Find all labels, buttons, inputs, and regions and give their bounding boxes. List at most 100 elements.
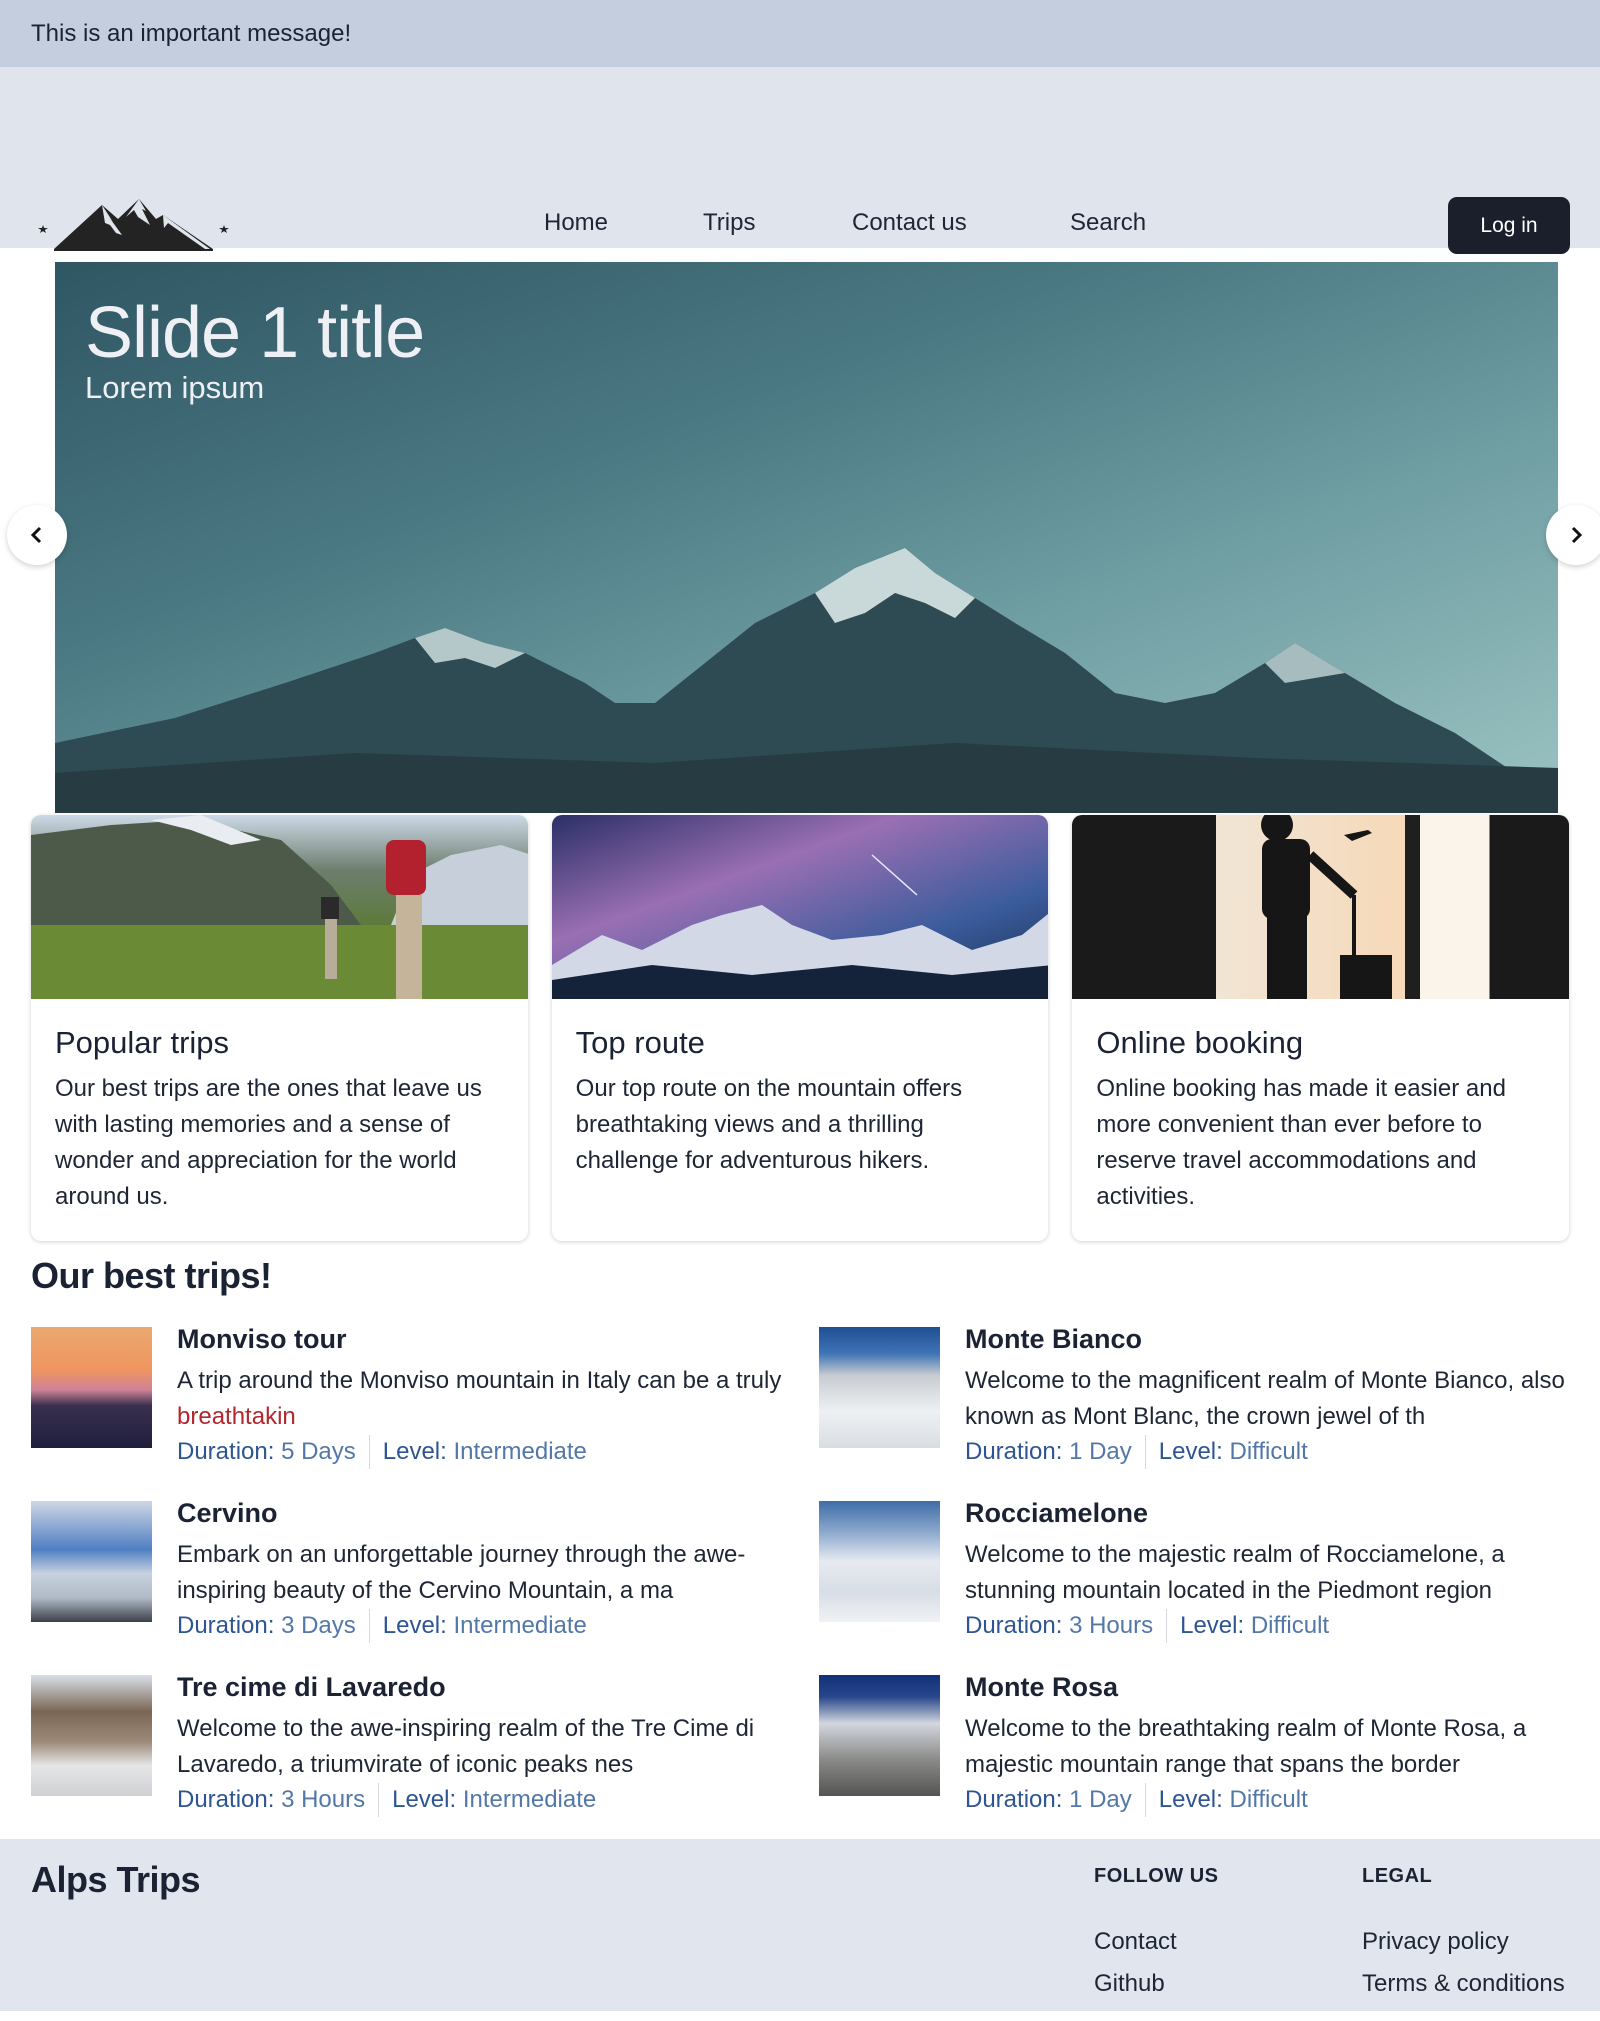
carousel-next-button[interactable] [1546, 505, 1600, 565]
trip-item[interactable]: Cervino Embark on an unforgettable journ… [31, 1497, 819, 1671]
trip-description-text: A trip around the Monviso mountain in It… [177, 1367, 782, 1394]
duration-label: Duration: [177, 1438, 275, 1465]
trip-thumbnail [819, 1675, 940, 1796]
meta-divider [378, 1783, 380, 1817]
duration-label: Duration: [177, 1612, 275, 1639]
traveler-image [1072, 815, 1570, 999]
trip-meta: Duration: 1 Day Level: Difficult [965, 1783, 1585, 1817]
trip-description: Embark on an unforgettable journey throu… [177, 1541, 746, 1604]
duration-label: Duration: [965, 1612, 1063, 1639]
login-button[interactable]: Log in [1448, 197, 1570, 254]
trip-name: Cervino [177, 1498, 278, 1528]
trip-meta: Duration: 5 Days Level: Intermediate [177, 1435, 797, 1469]
duration-value: 1 Day [1069, 1786, 1132, 1813]
trip-description: Welcome to the awe-inspiring realm of th… [177, 1715, 755, 1778]
nav-home[interactable]: Home [544, 209, 608, 237]
meta-divider [368, 1435, 370, 1469]
duration-value: 1 Day [1069, 1438, 1132, 1465]
trip-thumbnail [819, 1327, 940, 1448]
trip-meta: Duration: 3 Hours Level: Intermediate [177, 1783, 797, 1817]
footer-brand: Alps Trips [31, 1859, 201, 1900]
trip-thumbnail [31, 1675, 152, 1796]
meta-divider [1166, 1609, 1168, 1643]
feature-card[interactable]: Top route Our top route on the mountain … [551, 815, 1049, 1241]
duration-label: Duration: [965, 1786, 1063, 1813]
trip-description: A trip around the Monviso mountain in It… [177, 1363, 797, 1435]
starry-mountains-image [551, 815, 1049, 999]
trip-item[interactable]: Monte Rosa Welcome to the breathtaking r… [819, 1671, 1589, 1839]
duration-label: Duration: [965, 1438, 1063, 1465]
level-value: Difficult [1250, 1612, 1330, 1639]
announcement-text: This is an important message! [31, 19, 352, 47]
duration-value: 3 Days [281, 1612, 356, 1639]
duration-value: 5 Days [281, 1438, 356, 1465]
announcement-bar: This is an important message! [0, 0, 1600, 67]
nav-contact-us[interactable]: Contact us [852, 209, 967, 237]
level-label: Level: [1158, 1438, 1223, 1465]
trip-meta: Duration: 3 Days Level: Intermediate [177, 1609, 797, 1643]
footer-legal-column: LEGAL Privacy policy Terms & conditions [1362, 1865, 1565, 1998]
slide-title: Slide 1 title [85, 293, 425, 373]
meta-divider [1144, 1783, 1146, 1817]
duration-label: Duration: [177, 1786, 275, 1813]
footer-link-privacy[interactable]: Privacy policy [1362, 1928, 1565, 1956]
main-nav: Home Trips Contact us Search [0, 67, 1600, 248]
feature-card[interactable]: Online booking Online booking has made i… [1072, 815, 1570, 1241]
traveler-illustration [1261, 815, 1393, 999]
level-label: Level: [382, 1438, 447, 1465]
hero-carousel: Slide 1 title Lorem ipsum [0, 248, 1600, 815]
level-label: Level: [1180, 1612, 1245, 1639]
level-value: Intermediate [462, 1786, 597, 1813]
chevron-right-icon [1571, 526, 1583, 544]
meta-divider [1144, 1435, 1146, 1469]
card-text: Online booking has made it easier and mo… [1096, 1075, 1506, 1210]
trip-item[interactable]: Monviso tour A trip around the Monviso m… [31, 1323, 819, 1497]
trip-description: Welcome to the breathtaking realm of Mon… [965, 1715, 1527, 1778]
trip-description: Welcome to the majestic realm of Rocciam… [965, 1541, 1505, 1604]
footer-heading: FOLLOW US [1094, 1865, 1219, 1887]
card-title: Top route [575, 1025, 705, 1060]
level-label: Level: [392, 1786, 457, 1813]
level-value: Difficult [1229, 1438, 1308, 1465]
footer-link-contact[interactable]: Contact [1094, 1928, 1218, 1956]
trip-name: Monte Rosa [965, 1672, 1119, 1702]
level-value: Difficult [1229, 1786, 1308, 1813]
nav-trips[interactable]: Trips [703, 209, 755, 237]
feature-cards: Popular trips Our best trips are the one… [0, 815, 1600, 1241]
level-value: Intermediate [453, 1438, 587, 1465]
trip-item[interactable]: Monte Bianco Welcome to the magnificent … [819, 1323, 1589, 1497]
starry-mountains-illustration [551, 854, 1049, 999]
trip-meta: Duration: 1 Day Level: Difficult [965, 1435, 1585, 1469]
trip-name: Rocciamelone [965, 1498, 1149, 1528]
hikers-image [31, 815, 528, 999]
level-value: Intermediate [453, 1612, 587, 1639]
carousel-prev-button[interactable] [7, 505, 67, 565]
trip-meta: Duration: 3 Hours Level: Difficult [965, 1609, 1585, 1643]
level-label: Level: [1158, 1786, 1223, 1813]
card-text: Our best trips are the ones that leave u… [55, 1075, 482, 1210]
nav-search[interactable]: Search [1070, 209, 1146, 237]
trip-list: Monviso tour A trip around the Monviso m… [31, 1323, 1569, 1839]
site-header: Home Trips Contact us Search Log in [0, 67, 1600, 254]
meta-divider [368, 1609, 370, 1643]
slide-subtitle: Lorem ipsum [85, 370, 265, 405]
carousel-slide: Slide 1 title Lorem ipsum [55, 262, 1558, 813]
footer-link-github[interactable]: Github [1094, 1970, 1218, 1998]
feature-card[interactable]: Popular trips Our best trips are the one… [31, 815, 528, 1241]
trip-thumbnail [31, 1327, 152, 1448]
chevron-left-icon [30, 526, 42, 544]
trip-name: Tre cime di Lavaredo [177, 1672, 446, 1702]
footer-link-terms[interactable]: Terms & conditions [1362, 1970, 1565, 1998]
level-label: Level: [382, 1612, 447, 1639]
footer-heading: LEGAL [1362, 1865, 1433, 1887]
duration-value: 3 Hours [281, 1786, 366, 1813]
trip-item[interactable]: Rocciamelone Welcome to the majestic rea… [819, 1497, 1589, 1671]
footer-follow-column: FOLLOW US Contact Github [1094, 1865, 1218, 1998]
duration-value: 3 Hours [1069, 1612, 1154, 1639]
trip-thumbnail [31, 1501, 152, 1622]
trip-thumbnail [819, 1501, 940, 1622]
trip-description: Welcome to the magnificent realm of Mont… [965, 1367, 1565, 1430]
best-trips-section: Our best trips! Monviso tour A trip arou… [0, 1255, 1600, 1839]
trip-item[interactable]: Tre cime di Lavaredo Welcome to the awe-… [31, 1671, 819, 1839]
mountain-range-image [55, 548, 1558, 813]
